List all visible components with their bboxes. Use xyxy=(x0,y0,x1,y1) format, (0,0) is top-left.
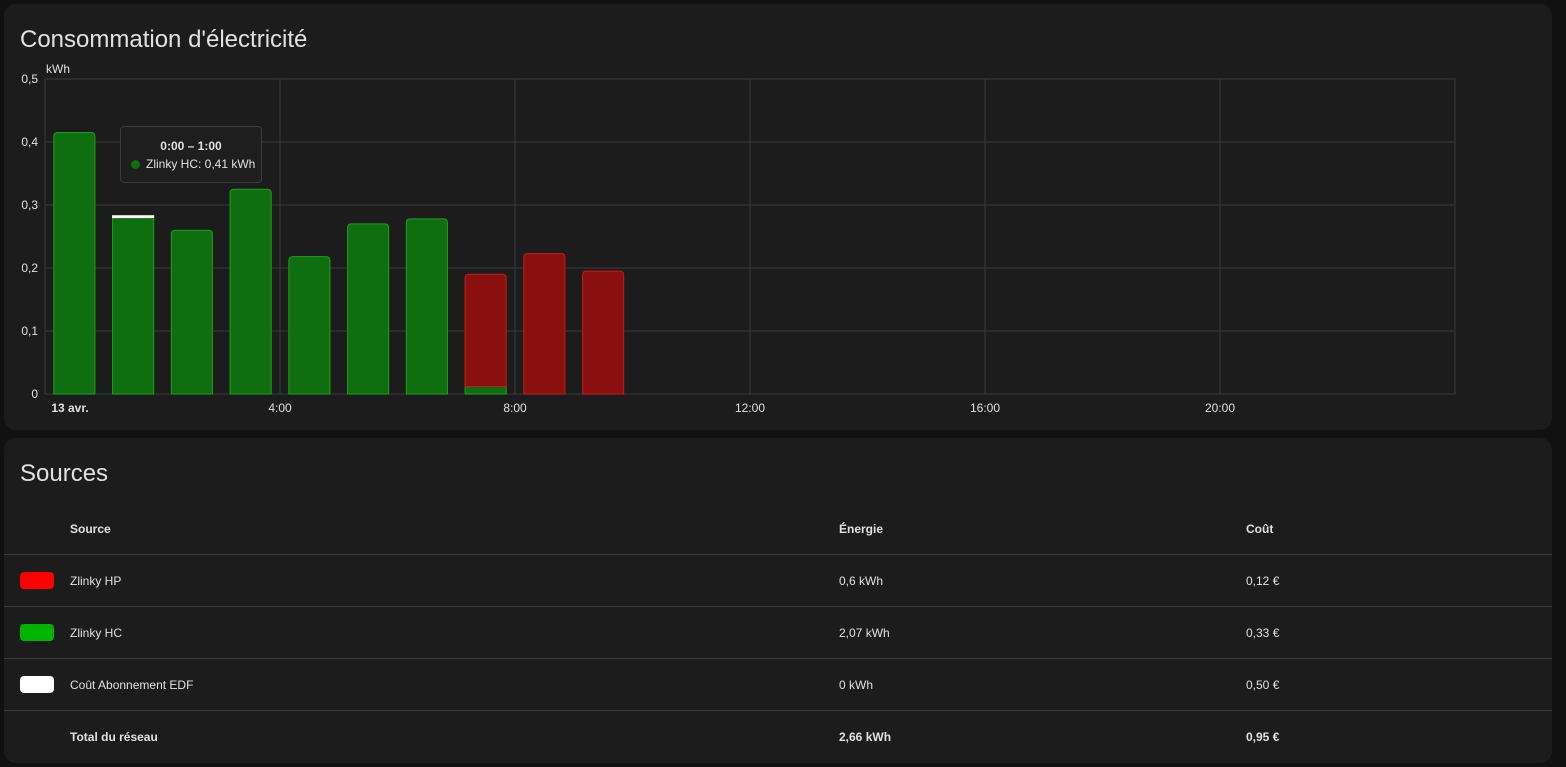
y-tick-label: 0,2 xyxy=(21,261,38,275)
source-cost: 0,33 € xyxy=(1246,606,1552,659)
tooltip-row: Zlinky HC: 0,41 kWh xyxy=(131,157,255,171)
x-tick-label: 8:00 xyxy=(503,401,527,415)
card-title: Sources xyxy=(20,460,109,487)
bar-segment xyxy=(53,132,96,395)
table-row: Zlinky HC 2,07 kWh 0,33 € xyxy=(4,606,1552,659)
source-name: Coût Abonnement EDF xyxy=(70,658,839,711)
source-energy: 0 kWh xyxy=(839,658,1246,711)
cost-header: Coût xyxy=(1246,504,1552,555)
bar-segment xyxy=(288,256,331,395)
sources-table: Source Énergie Coût Zlinky HP 0,6 kWh 0,… xyxy=(4,504,1552,763)
total-cost: 0,95 € xyxy=(1246,710,1552,763)
x-tick-label: 20:00 xyxy=(1205,401,1235,415)
series-dot-icon xyxy=(131,159,140,169)
y-tick-label: 0 xyxy=(31,387,38,401)
color-header xyxy=(4,504,70,555)
source-energy: 2,07 kWh xyxy=(839,606,1246,659)
color-swatch xyxy=(20,624,54,641)
y-tick-label: 0,5 xyxy=(21,72,38,86)
total-label: Total du réseau xyxy=(70,710,839,763)
energy-header: Énergie xyxy=(839,504,1246,555)
table-row: Coût Abonnement EDF 0 kWh 0,50 € xyxy=(4,658,1552,711)
energy-usage-card: Consommation d'électricité 0 0,1 0,2 0,3 0,4… xyxy=(4,4,1552,430)
y-tick-label: 0,4 xyxy=(21,135,38,149)
x-tick-label: 4:00 xyxy=(268,401,292,415)
source-cost: 0,12 € xyxy=(1246,554,1552,607)
source-energy: 0,6 kWh xyxy=(839,554,1246,607)
color-swatch xyxy=(20,676,54,693)
bar-segment xyxy=(405,218,448,395)
tooltip-title: 0:00 – 1:00 xyxy=(160,139,222,153)
bar-segment xyxy=(229,188,272,395)
total-energy: 2,66 kWh xyxy=(839,710,1246,763)
total-row: Total du réseau 2,66 kWh 0,95 € xyxy=(4,710,1552,763)
bar-segment xyxy=(112,215,155,219)
bar-segment xyxy=(170,229,213,395)
bar-segment xyxy=(347,223,390,395)
y-axis-unit: kWh xyxy=(46,62,70,76)
bar-segment xyxy=(582,270,625,395)
chart-tooltip: 0:00 – 1:00 Zlinky HC: 0,41 kWh xyxy=(120,126,262,183)
table-row: Zlinky HP 0,6 kWh 0,12 € xyxy=(4,554,1552,607)
bar-segment xyxy=(112,217,155,395)
bar-segment xyxy=(523,253,566,395)
y-tick-label: 0,1 xyxy=(21,324,38,338)
source-name: Zlinky HP xyxy=(70,554,839,607)
tooltip-value: Zlinky HC: 0,41 kWh xyxy=(146,157,256,171)
source-cost: 0,50 € xyxy=(1246,658,1552,711)
source-header: Source xyxy=(70,504,839,555)
sources-card: Sources Source Énergie Coût Zlinky HP 0,… xyxy=(4,438,1552,763)
usage-chart[interactable]: 0 0,1 0,2 0,3 0,4 0,5 kWh 13 avr. 4:00 8:00 12:00 1… xyxy=(4,4,1552,430)
bar-segment xyxy=(464,273,507,387)
x-tick-label: 12:00 xyxy=(735,401,765,415)
y-tick-label: 0,3 xyxy=(21,198,38,212)
bar-segment xyxy=(464,385,507,395)
color-swatch xyxy=(20,572,54,589)
table-header-row: Source Énergie Coût xyxy=(4,504,1552,555)
source-name: Zlinky HC xyxy=(70,606,839,659)
x-tick-label: 16:00 xyxy=(970,401,1000,415)
x-tick-label: 13 avr. xyxy=(51,401,88,415)
